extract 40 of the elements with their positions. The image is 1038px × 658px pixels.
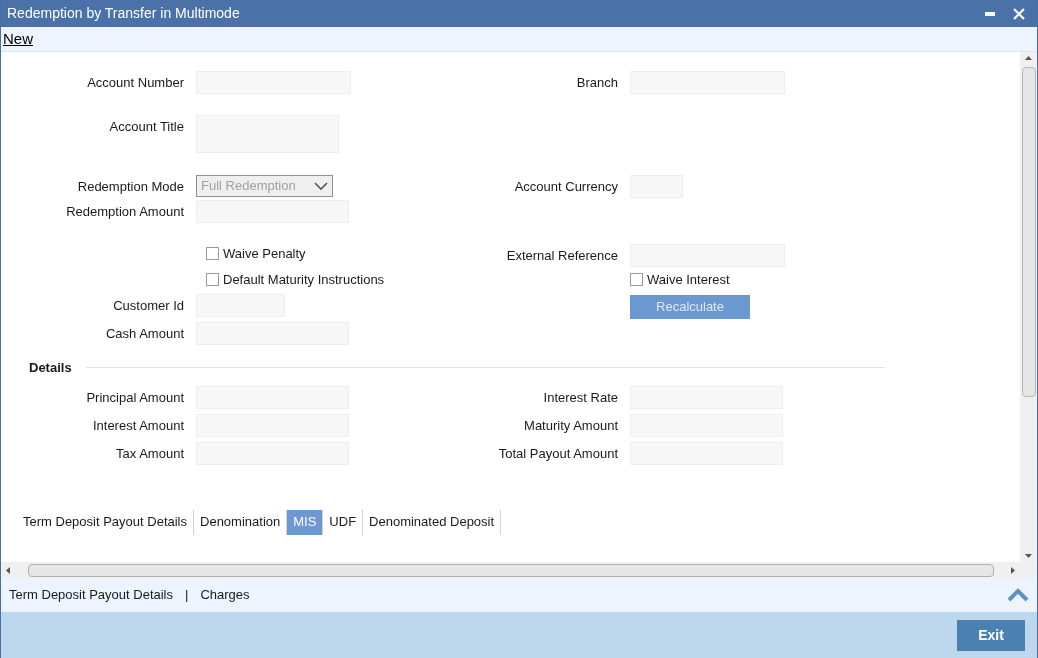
scroll-right-icon[interactable]: [1011, 566, 1015, 574]
close-icon[interactable]: [1013, 7, 1025, 20]
field-label: Account Number: [86, 74, 184, 92]
scroll-down-icon[interactable]: [1025, 554, 1032, 558]
scrollbar-thumb[interactable]: [27, 563, 994, 577]
exit-button[interactable]: Exit: [957, 619, 1025, 651]
field-label: Interest Amount: [91, 416, 184, 435]
field-label: Principal Amount: [85, 388, 184, 407]
link-separator: |: [185, 586, 189, 605]
section-heading: Details: [29, 359, 73, 377]
checkbox-label[interactable]: Waive Interest: [630, 270, 730, 290]
field-label: Redemption Mode: [76, 178, 184, 196]
scroll-up-icon[interactable]: [1025, 56, 1032, 60]
field-label: Maturity Amount: [523, 416, 618, 435]
scroll-left-icon[interactable]: [6, 566, 10, 574]
window-title: Redemption by Transfer in Multimode: [7, 4, 240, 23]
field-label: Account Currency: [513, 178, 618, 196]
new-link[interactable]: New: [3, 27, 33, 51]
footer-link[interactable]: Term Deposit Payout Details: [9, 585, 173, 605]
field-label: Interest Rate: [542, 388, 618, 407]
minimize-icon[interactable]: [985, 11, 995, 16]
checkbox[interactable]: [206, 273, 219, 287]
horizontal-scrollbar[interactable]: [1, 562, 1037, 578]
checkbox[interactable]: [630, 273, 643, 287]
field-label: Tax Amount: [115, 444, 184, 463]
field-label: Redemption Amount: [65, 203, 184, 221]
scrollbar-thumb[interactable]: [1021, 67, 1036, 397]
field-label: Cash Amount: [104, 325, 184, 343]
footer-link[interactable]: Charges: [200, 585, 250, 605]
field-label: Account Title: [108, 118, 184, 136]
field-label: Total Payout Amount: [497, 444, 618, 463]
field-label: External Reference: [505, 247, 618, 265]
field-label: Customer Id: [112, 297, 184, 315]
checkbox-label[interactable]: Waive Penalty: [206, 244, 306, 264]
field-label: Branch: [575, 74, 618, 92]
checkbox-label[interactable]: Default Maturity Instructions: [206, 270, 385, 290]
vertical-scrollbar[interactable]: [1020, 52, 1037, 562]
caret-icon: [314, 181, 328, 191]
chevron-up-icon[interactable]: [1007, 588, 1029, 602]
checkbox[interactable]: [206, 247, 219, 261]
